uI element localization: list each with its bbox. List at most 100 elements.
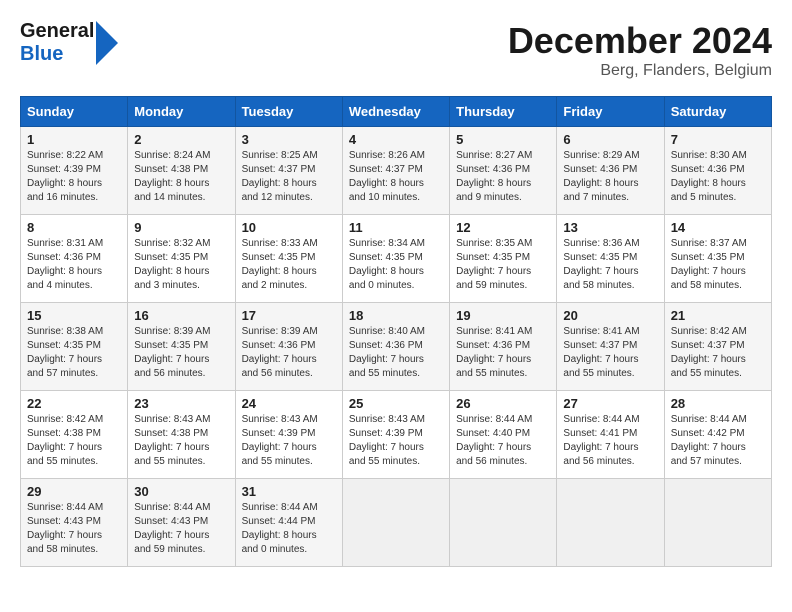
weekday-header-saturday: Saturday [664, 97, 771, 127]
calendar-cell: 15 Sunrise: 8:38 AM Sunset: 4:35 PM Dayli… [21, 303, 128, 391]
day-number: 3 [242, 132, 336, 147]
day-info: Sunrise: 8:41 AM Sunset: 4:37 PM Dayligh… [563, 325, 657, 381]
day-number: 11 [349, 220, 443, 235]
calendar-week-row: 8 Sunrise: 8:31 AM Sunset: 4:36 PM Daylig… [21, 215, 772, 303]
day-number: 21 [671, 308, 765, 323]
calendar-cell: 10 Sunrise: 8:33 AM Sunset: 4:35 PM Dayli… [235, 215, 342, 303]
calendar-cell: 18Sunrise: 8:40 AM Sunset: 4:36 PM Dayli… [342, 303, 449, 391]
day-number: 7 [671, 132, 765, 147]
day-info: Sunrise: 8:26 AM Sunset: 4:37 PM Dayligh… [349, 149, 443, 205]
calendar-cell: 27 Sunrise: 8:44 AM Sunset: 4:41 PM Dayli… [557, 391, 664, 479]
calendar-cell: 5Sunrise: 8:27 AM Sunset: 4:36 PM Daylig… [450, 127, 557, 215]
day-number: 5 [456, 132, 550, 147]
day-info: Sunrise: 8:44 AM Sunset: 4:43 PM Dayligh… [27, 501, 121, 557]
day-info: Sunrise: 8:44 AM Sunset: 4:44 PM Dayligh… [242, 501, 336, 557]
logo-arrow-icon [96, 21, 118, 65]
title-block: December 2024 Berg, Flanders, Belgium [508, 20, 772, 80]
calendar-week-row: 22 Sunrise: 8:42 AM Sunset: 4:38 PM Dayli… [21, 391, 772, 479]
calendar-cell: 20 Sunrise: 8:41 AM Sunset: 4:37 PM Dayli… [557, 303, 664, 391]
calendar-cell: 22 Sunrise: 8:42 AM Sunset: 4:38 PM Dayli… [21, 391, 128, 479]
day-info: Sunrise: 8:44 AM Sunset: 4:42 PM Dayligh… [671, 413, 765, 469]
calendar-week-row: 15 Sunrise: 8:38 AM Sunset: 4:35 PM Dayli… [21, 303, 772, 391]
weekday-header-wednesday: Wednesday [342, 97, 449, 127]
day-info: Sunrise: 8:39 AM Sunset: 4:35 PM Dayligh… [134, 325, 228, 381]
weekday-header-friday: Friday [557, 97, 664, 127]
day-info: Sunrise: 8:31 AM Sunset: 4:36 PM Dayligh… [27, 237, 121, 293]
day-number: 1 [27, 132, 121, 147]
calendar-cell: 25Sunrise: 8:43 AM Sunset: 4:39 PM Dayli… [342, 391, 449, 479]
day-info: Sunrise: 8:38 AM Sunset: 4:35 PM Dayligh… [27, 325, 121, 381]
calendar-cell: 21 Sunrise: 8:42 AM Sunset: 4:37 PM Dayli… [664, 303, 771, 391]
calendar-cell: 1 Sunrise: 8:22 AM Sunset: 4:39 PM Daylig… [21, 127, 128, 215]
day-number: 14 [671, 220, 765, 235]
calendar-cell: 28 Sunrise: 8:44 AM Sunset: 4:42 PM Dayli… [664, 391, 771, 479]
day-info: Sunrise: 8:44 AM Sunset: 4:43 PM Dayligh… [134, 501, 228, 557]
logo: General Blue [20, 20, 118, 66]
calendar-cell: 26 Sunrise: 8:44 AM Sunset: 4:40 PM Dayli… [450, 391, 557, 479]
day-number: 26 [456, 396, 550, 411]
weekday-header-tuesday: Tuesday [235, 97, 342, 127]
day-info: Sunrise: 8:43 AM Sunset: 4:38 PM Dayligh… [134, 413, 228, 469]
day-number: 23 [134, 396, 228, 411]
calendar-cell: 4 Sunrise: 8:26 AM Sunset: 4:37 PM Daylig… [342, 127, 449, 215]
day-number: 13 [563, 220, 657, 235]
day-number: 30 [134, 484, 228, 499]
day-number: 16 [134, 308, 228, 323]
calendar-cell [342, 479, 449, 567]
day-info: Sunrise: 8:41 AM Sunset: 4:36 PM Dayligh… [456, 325, 550, 381]
calendar-cell: 30 Sunrise: 8:44 AM Sunset: 4:43 PM Dayli… [128, 479, 235, 567]
day-info: Sunrise: 8:39 AM Sunset: 4:36 PM Dayligh… [242, 325, 336, 381]
calendar-cell: 3 Sunrise: 8:25 AM Sunset: 4:37 PM Daylig… [235, 127, 342, 215]
day-number: 29 [27, 484, 121, 499]
day-info: Sunrise: 8:24 AM Sunset: 4:38 PM Dayligh… [134, 149, 228, 205]
day-info: Sunrise: 8:25 AM Sunset: 4:37 PM Dayligh… [242, 149, 336, 205]
day-info: Sunrise: 8:42 AM Sunset: 4:38 PM Dayligh… [27, 413, 121, 469]
day-info: Sunrise: 8:44 AM Sunset: 4:40 PM Dayligh… [456, 413, 550, 469]
calendar-cell: 6 Sunrise: 8:29 AM Sunset: 4:36 PM Daylig… [557, 127, 664, 215]
calendar-cell [664, 479, 771, 567]
day-info: Sunrise: 8:30 AM Sunset: 4:36 PM Dayligh… [671, 149, 765, 205]
day-info: Sunrise: 8:22 AM Sunset: 4:39 PM Dayligh… [27, 149, 121, 205]
calendar-cell: 13 Sunrise: 8:36 AM Sunset: 4:35 PM Dayli… [557, 215, 664, 303]
day-number: 28 [671, 396, 765, 411]
logo-text: General Blue [20, 20, 94, 66]
day-info: Sunrise: 8:33 AM Sunset: 4:35 PM Dayligh… [242, 237, 336, 293]
logo-container: General Blue [20, 20, 118, 66]
day-info: Sunrise: 8:43 AM Sunset: 4:39 PM Dayligh… [242, 413, 336, 469]
day-info: Sunrise: 8:36 AM Sunset: 4:35 PM Dayligh… [563, 237, 657, 293]
day-number: 22 [27, 396, 121, 411]
day-number: 4 [349, 132, 443, 147]
calendar-cell: 24Sunrise: 8:43 AM Sunset: 4:39 PM Dayli… [235, 391, 342, 479]
day-number: 2 [134, 132, 228, 147]
day-number: 27 [563, 396, 657, 411]
day-number: 8 [27, 220, 121, 235]
day-number: 31 [242, 484, 336, 499]
day-info: Sunrise: 8:42 AM Sunset: 4:37 PM Dayligh… [671, 325, 765, 381]
day-number: 17 [242, 308, 336, 323]
calendar-cell: 8 Sunrise: 8:31 AM Sunset: 4:36 PM Daylig… [21, 215, 128, 303]
calendar-cell [557, 479, 664, 567]
calendar-week-row: 29 Sunrise: 8:44 AM Sunset: 4:43 PM Dayli… [21, 479, 772, 567]
day-info: Sunrise: 8:44 AM Sunset: 4:41 PM Dayligh… [563, 413, 657, 469]
day-info: Sunrise: 8:43 AM Sunset: 4:39 PM Dayligh… [349, 413, 443, 469]
calendar-cell [450, 479, 557, 567]
day-info: Sunrise: 8:37 AM Sunset: 4:35 PM Dayligh… [671, 237, 765, 293]
calendar-week-row: 1 Sunrise: 8:22 AM Sunset: 4:39 PM Daylig… [21, 127, 772, 215]
calendar-cell: 29 Sunrise: 8:44 AM Sunset: 4:43 PM Dayli… [21, 479, 128, 567]
calendar-cell: 11 Sunrise: 8:34 AM Sunset: 4:35 PM Dayli… [342, 215, 449, 303]
calendar-cell: 23 Sunrise: 8:43 AM Sunset: 4:38 PM Dayli… [128, 391, 235, 479]
calendar-cell: 19 Sunrise: 8:41 AM Sunset: 4:36 PM Dayli… [450, 303, 557, 391]
day-number: 19 [456, 308, 550, 323]
calendar-cell: 17 Sunrise: 8:39 AM Sunset: 4:36 PM Dayli… [235, 303, 342, 391]
page-header: General Blue December 2024 Berg, Flander… [20, 20, 772, 80]
calendar-cell: 9Sunrise: 8:32 AM Sunset: 4:35 PM Daylig… [128, 215, 235, 303]
day-info: Sunrise: 8:29 AM Sunset: 4:36 PM Dayligh… [563, 149, 657, 205]
weekday-header-row: SundayMondayTuesdayWednesdayThursdayFrid… [21, 97, 772, 127]
weekday-header-thursday: Thursday [450, 97, 557, 127]
day-number: 10 [242, 220, 336, 235]
day-info: Sunrise: 8:35 AM Sunset: 4:35 PM Dayligh… [456, 237, 550, 293]
day-number: 6 [563, 132, 657, 147]
day-number: 20 [563, 308, 657, 323]
day-number: 15 [27, 308, 121, 323]
day-info: Sunrise: 8:34 AM Sunset: 4:35 PM Dayligh… [349, 237, 443, 293]
